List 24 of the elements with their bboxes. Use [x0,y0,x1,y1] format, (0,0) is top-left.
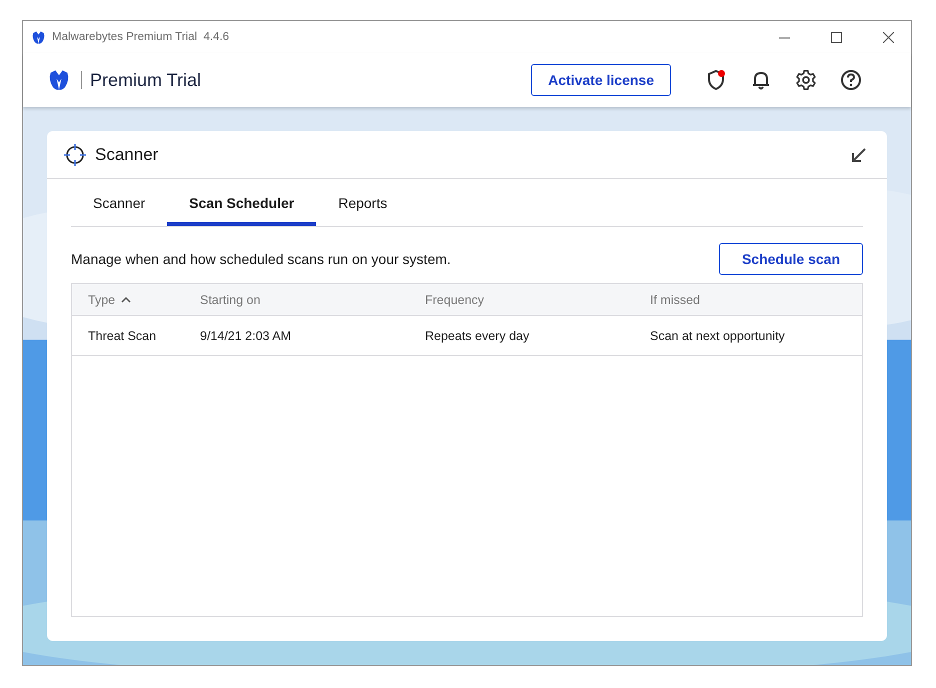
shield-icon[interactable] [706,69,726,91]
logo-icon [47,68,71,92]
column-header[interactable]: If missed [650,292,862,306]
close-icon[interactable] [882,32,894,42]
product-name: Premium Trial [90,70,202,90]
tab[interactable]: Scan Scheduler [167,179,316,226]
column-header[interactable]: Starting on [200,292,425,306]
table-cell-text: 9/14/21 2:03 AM [200,328,292,342]
table-cell-text: Threat Scan [88,328,158,342]
collapse-button[interactable] [851,146,867,162]
panel-title: Scanner [95,144,160,164]
window-title: Malwarebytes Premium Trial 4.4.6 [52,31,230,43]
table-cell-text: Scan at next opportunity [650,328,786,342]
description-text: Manage when and how scheduled scans run on your system. [71,251,451,267]
table-cell-text: Repeats every day [425,328,530,342]
column-header[interactable]: Frequency [425,292,650,306]
activate-license-button[interactable]: Activate license [531,64,671,96]
schedule-scan-button[interactable]: Schedule scan [719,243,863,275]
tab[interactable]: Scanner [71,179,168,226]
tab[interactable]: Reports [316,179,410,226]
crosshair-icon [63,142,87,166]
column-header[interactable]: Type [88,292,200,306]
logo-icon [31,30,46,44]
maximize-icon[interactable] [830,32,842,42]
